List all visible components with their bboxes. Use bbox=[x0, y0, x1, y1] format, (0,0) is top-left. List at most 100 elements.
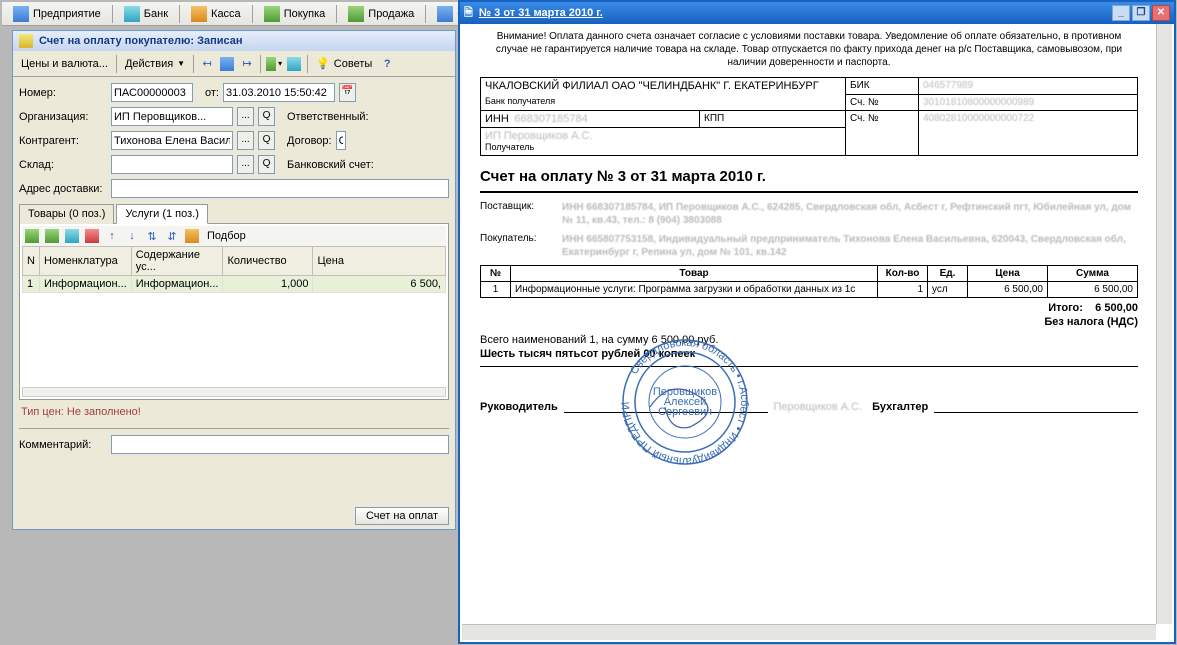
close-button[interactable]: ✕ bbox=[1152, 5, 1170, 21]
acct-lbl: Сч. № bbox=[846, 94, 919, 110]
cell-n[interactable]: 1 bbox=[23, 276, 40, 293]
separator bbox=[425, 5, 426, 23]
actions-button[interactable]: Действия▼ bbox=[121, 56, 189, 72]
separator bbox=[179, 5, 180, 23]
counterparty-open-button[interactable]: Q bbox=[258, 131, 275, 150]
col-n: № bbox=[481, 265, 511, 281]
services-toolbar: ↑ ↓ ⇅ ⇵ Подбор bbox=[22, 226, 446, 246]
table-row[interactable]: 1 Информацион... Информацион... 1,000 6 … bbox=[23, 276, 446, 293]
sort-asc-icon[interactable]: ⇅ bbox=[143, 227, 161, 245]
date-input[interactable] bbox=[223, 83, 335, 102]
item-price: 6 500,00 bbox=[968, 281, 1048, 297]
label-number: Номер: bbox=[19, 87, 107, 99]
minimize-button[interactable]: _ bbox=[1112, 5, 1130, 21]
contract-input[interactable] bbox=[336, 131, 346, 150]
item-unit: усл bbox=[928, 281, 968, 297]
table-header-row: N Номенклатура Содержание ус... Количест… bbox=[23, 247, 446, 276]
nav-cash[interactable]: Касса bbox=[184, 3, 248, 25]
sum-text: Всего наименований 1, на сумму 6 500,00 … bbox=[480, 334, 1138, 346]
stamp-icon: Свердловская область • г.Асбест • Индиви… bbox=[620, 337, 750, 467]
tab-services[interactable]: Услуги (1 поз.) bbox=[116, 204, 207, 224]
org-input[interactable] bbox=[111, 107, 233, 126]
price-type-warning: Тип цен: Не заполнено! bbox=[19, 400, 449, 424]
label-comment: Комментарий: bbox=[19, 439, 107, 451]
col-price: Цена bbox=[968, 265, 1048, 281]
col-content[interactable]: Содержание ус... bbox=[131, 247, 223, 276]
move-up-icon[interactable]: ↑ bbox=[103, 227, 121, 245]
form-body: Номер: от: 📅 Организация: ... Q Ответств… bbox=[13, 77, 455, 454]
cell-qty[interactable]: 1,000 bbox=[223, 276, 313, 293]
h-scrollbar[interactable] bbox=[462, 624, 1156, 640]
separator bbox=[260, 55, 261, 73]
maximize-button[interactable]: ❐ bbox=[1132, 5, 1150, 21]
label-address: Адрес доставки: bbox=[19, 183, 107, 195]
v-scrollbar[interactable] bbox=[1156, 24, 1172, 624]
print-icon[interactable] bbox=[285, 55, 303, 73]
number-input[interactable] bbox=[111, 83, 193, 102]
tab-bar: Товары (0 поз.) Услуги (1 поз.) bbox=[19, 203, 449, 224]
comment-input[interactable] bbox=[111, 435, 449, 454]
nav-purchase[interactable]: Покупка bbox=[257, 3, 333, 25]
acct-lbl2: Сч. № bbox=[846, 110, 919, 155]
edit-row-icon[interactable] bbox=[63, 227, 81, 245]
warehouse-open-button[interactable]: Q bbox=[258, 155, 275, 174]
accountant-lbl: Бухгалтер bbox=[872, 401, 928, 413]
recipient-name: ИП Перовщиков А.С. bbox=[485, 130, 593, 142]
signature-line: Свердловская область • г.Асбест • Индиви… bbox=[480, 397, 1138, 413]
label-responsible: Ответственный: bbox=[287, 111, 369, 123]
post-doc-icon[interactable] bbox=[218, 55, 236, 73]
col-nomen[interactable]: Номенклатура bbox=[39, 247, 131, 276]
select-button[interactable]: Подбор bbox=[203, 228, 250, 244]
col-price[interactable]: Цена bbox=[313, 247, 446, 276]
divider bbox=[480, 191, 1138, 193]
h-scrollbar[interactable] bbox=[22, 387, 446, 397]
calendar-button[interactable]: 📅 bbox=[339, 83, 356, 102]
corr-value: 30101810800000000989 bbox=[919, 94, 1138, 110]
address-input[interactable] bbox=[111, 179, 449, 198]
org-open-button[interactable]: Q bbox=[258, 107, 275, 126]
cell-content[interactable]: Информацион... bbox=[131, 276, 223, 293]
separator bbox=[193, 55, 194, 73]
col-n[interactable]: N bbox=[23, 247, 40, 276]
delete-row-icon[interactable] bbox=[83, 227, 101, 245]
counterparty-input[interactable] bbox=[111, 131, 233, 150]
separator bbox=[112, 5, 113, 23]
structure-icon[interactable]: ▾ bbox=[265, 55, 283, 73]
inn-value: 668307185784 bbox=[514, 113, 587, 125]
counterparty-select-button[interactable]: ... bbox=[237, 131, 254, 150]
add-row-icon[interactable] bbox=[23, 227, 41, 245]
cell-nomen[interactable]: Информацион... bbox=[39, 276, 131, 293]
divider bbox=[19, 428, 449, 429]
prices-button[interactable]: Цены и валюта... bbox=[17, 56, 112, 72]
warehouse-input[interactable] bbox=[111, 155, 233, 174]
post-right-icon[interactable]: ↦ bbox=[238, 55, 256, 73]
vat-text: Без налога (НДС) bbox=[480, 316, 1138, 328]
warehouse-select-button[interactable]: ... bbox=[237, 155, 254, 174]
acct-value: 40802810000000000722 bbox=[919, 110, 1138, 155]
col-qty[interactable]: Количество bbox=[223, 247, 313, 276]
tab-goods[interactable]: Товары (0 поз.) bbox=[19, 204, 114, 224]
nav-sale[interactable]: Продажа bbox=[341, 3, 421, 25]
post-left-icon[interactable]: ↤ bbox=[198, 55, 216, 73]
org-select-button[interactable]: ... bbox=[237, 107, 254, 126]
separator bbox=[252, 5, 253, 23]
fill-icon[interactable] bbox=[183, 227, 201, 245]
items-table: № Товар Кол-во Ед. Цена Сумма 1 Информац… bbox=[480, 265, 1138, 298]
director-lbl: Руководитель bbox=[480, 401, 558, 413]
help-icon[interactable]: ? bbox=[378, 55, 396, 73]
nav-bank[interactable]: Банк bbox=[117, 3, 175, 25]
notice-text: Внимание! Оплата данного счета означает … bbox=[480, 30, 1138, 69]
separator bbox=[116, 55, 117, 73]
nav-enterprise[interactable]: Предприятие bbox=[6, 3, 108, 25]
add-copy-icon[interactable] bbox=[43, 227, 61, 245]
item-row: 1 Информационные услуги: Программа загру… bbox=[481, 281, 1138, 297]
advice-button[interactable]: 💡Советы bbox=[312, 55, 376, 72]
move-down-icon[interactable]: ↓ bbox=[123, 227, 141, 245]
invoice-button[interactable]: Счет на оплат bbox=[355, 507, 449, 525]
cell-price[interactable]: 6 500, bbox=[313, 276, 446, 293]
sort-desc-icon[interactable]: ⇵ bbox=[163, 227, 181, 245]
separator bbox=[307, 55, 308, 73]
label-bankacct: Банковский счет: bbox=[287, 159, 374, 171]
total-lbl: Итого: bbox=[1048, 302, 1083, 314]
print-titlebar[interactable]: 🗎 № 3 от 31 марта 2010 г. _ ❐ ✕ bbox=[460, 2, 1174, 24]
